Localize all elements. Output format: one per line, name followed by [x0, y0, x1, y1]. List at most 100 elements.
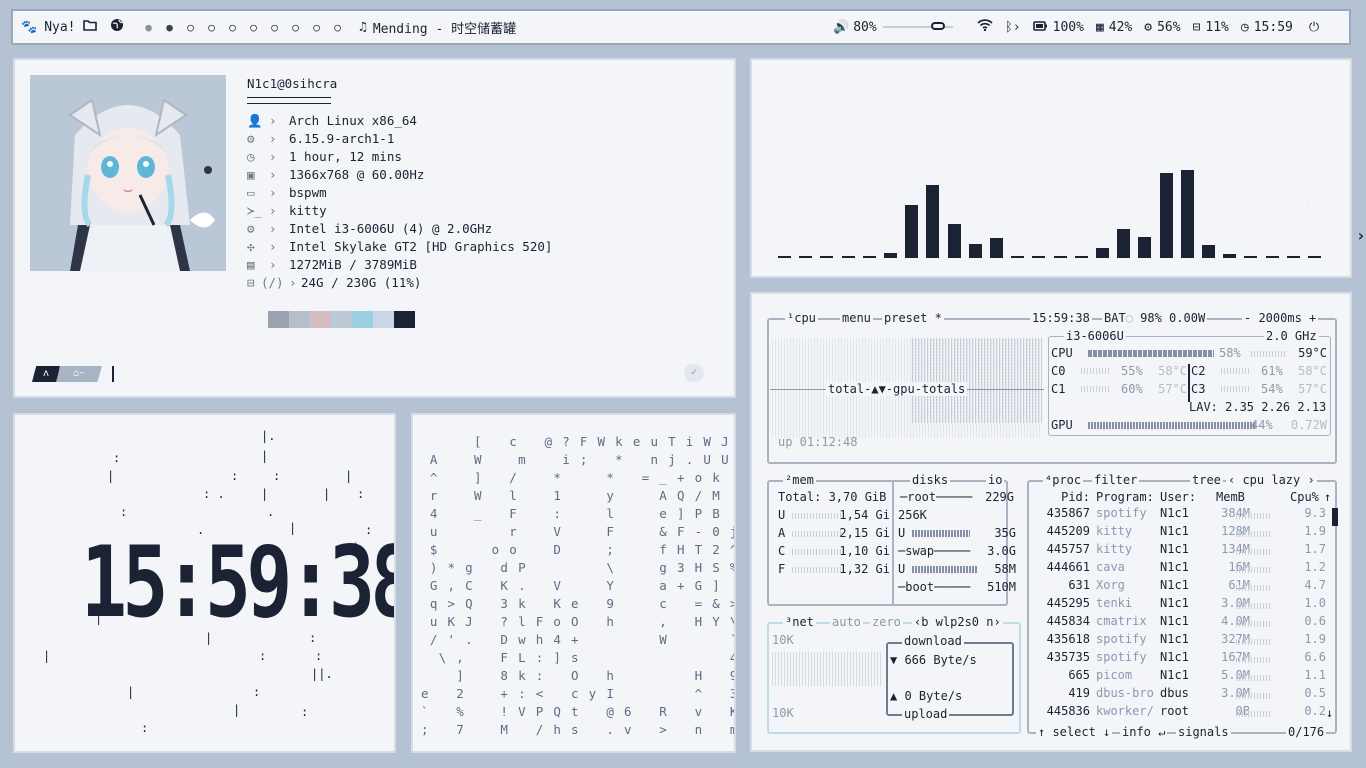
clock-digits: 15:59:38	[81, 526, 396, 640]
proc-sort[interactable]: ‹ cpu lazy ›	[1226, 473, 1317, 487]
net-auto[interactable]: auto	[830, 615, 863, 629]
memory-value: 42%	[1108, 19, 1133, 35]
proc-cpu: 6.6	[1304, 650, 1326, 664]
volume-slider-knob[interactable]	[930, 22, 945, 30]
table-row[interactable]: 435618spotifyN1c1327M1.9	[1032, 632, 1332, 650]
table-row[interactable]: 419dbus-brodbus3.0M0.5	[1032, 686, 1332, 704]
workspace-5[interactable]: ○	[222, 21, 243, 34]
table-row[interactable]: 445834cmatrixN1c14.0M0.6	[1032, 614, 1332, 632]
btop-monitor[interactable]: ¹cpu menu preset * 15:59:38 BAT○ 98% 0.0…	[750, 292, 1352, 752]
net-zero[interactable]: zero	[870, 615, 903, 629]
workspace-2[interactable]: ●	[159, 21, 180, 34]
workspace-7[interactable]: ○	[264, 21, 285, 34]
cmatrix: [ c @ ? F W k e u T i W J k 4 A W m i ; …	[411, 413, 736, 753]
col-pid[interactable]: Pid:	[1032, 488, 1090, 506]
disk-swap: ─swap───── 3.0G	[898, 544, 1016, 558]
cpu-graph	[912, 338, 1042, 423]
table-row[interactable]: 435735spotifyN1c1167M6.6	[1032, 650, 1332, 668]
fetch-terminal[interactable]: N1c1@0sihcra 👤 › Arch Linux x86_64 ⚙ › 6.15.9…	[13, 58, 736, 398]
power-button[interactable]: ⏻	[1309, 20, 1319, 35]
spectrum-bar	[905, 205, 919, 258]
table-row[interactable]: 445836kworker/root0B0.2	[1032, 704, 1332, 722]
workspace-6[interactable]: ○	[243, 21, 264, 34]
proc-cpu: 9.3	[1304, 506, 1326, 520]
cpu-module[interactable]: ⚙ 56%	[1144, 20, 1180, 35]
info-value: 6.15.9-arch1-1	[289, 131, 395, 146]
info-row: ✣ › Intel Skylake GT2 [HD Graphics 520]	[247, 238, 552, 256]
shell-prompt[interactable]: ʌ ⌂~	[32, 366, 114, 382]
clock-module[interactable]: ◷ 15:59	[1241, 20, 1293, 35]
proc-cpu: 0.6	[1304, 614, 1326, 628]
mem-value: 1,32 Gi	[839, 562, 890, 576]
disk-root-size: 229G	[985, 490, 1014, 504]
workspace-1[interactable]: ●	[138, 21, 159, 34]
wifi-module[interactable]	[977, 19, 993, 35]
cpu-box-label[interactable]: ¹cpu	[785, 311, 818, 325]
folder-button[interactable]	[83, 11, 97, 43]
proc-cpu-graph	[1236, 585, 1272, 591]
battery-stat: 98% 0.00W	[1140, 311, 1206, 325]
table-row[interactable]: 444661cavaN1c116M1.2	[1032, 560, 1332, 578]
proc-box-label[interactable]: ⁴proc	[1043, 473, 1084, 487]
palette-swatch-6	[373, 311, 394, 328]
graph-mode-label[interactable]: total-▲▼-gpu-totals	[826, 382, 968, 396]
volume-slider[interactable]	[882, 22, 953, 30]
workspace-9[interactable]: ○	[306, 21, 327, 34]
battery-module[interactable]: 100%	[1032, 19, 1084, 35]
proc-cpu-graph	[1236, 657, 1272, 663]
io-label[interactable]: io	[986, 473, 1005, 487]
volume-module[interactable]: 🔊 80%	[833, 11, 959, 43]
col-cpu[interactable]: Cpu%	[1290, 488, 1319, 506]
menu-label[interactable]: menu	[840, 311, 873, 325]
proc-user: N1c1	[1160, 542, 1189, 556]
disk-value: 11%	[1205, 19, 1229, 35]
chevron-right-icon[interactable]: ›	[1356, 226, 1366, 245]
proc-list[interactable]: 435867spotifyN1c1384M9.3445209kittyN1c11…	[1032, 506, 1332, 726]
proc-info-hint[interactable]: info ↵	[1120, 725, 1168, 739]
disks-label[interactable]: disks	[910, 473, 951, 487]
launcher-button[interactable]: 🐾 Nya!	[21, 11, 76, 43]
disk-icon: ⊟	[247, 275, 255, 290]
palette-swatch-4	[331, 311, 352, 328]
col-mem[interactable]: MemB	[1216, 488, 1245, 506]
upload-label: upload	[902, 707, 950, 721]
workspace-8[interactable]: ○	[285, 21, 306, 34]
proc-select-hint[interactable]: ↑ select ↓	[1036, 725, 1113, 739]
mem-box-label[interactable]: ²mem	[783, 473, 816, 487]
rain-drop: |	[43, 649, 51, 663]
table-row[interactable]: 435867spotifyN1c1384M9.3	[1032, 506, 1332, 524]
spectrum-bar	[1011, 256, 1025, 258]
col-program[interactable]: Program:	[1096, 488, 1154, 506]
user-icon: 👤	[247, 113, 263, 128]
table-row[interactable]: 445757kittyN1c1134M1.7	[1032, 542, 1332, 560]
net-graph	[772, 652, 882, 686]
col-user[interactable]: User:	[1160, 488, 1196, 506]
preset-label[interactable]: preset *	[882, 311, 944, 325]
proc-filter[interactable]: filter	[1092, 473, 1140, 487]
table-row[interactable]: 445295tenkiN1c13.0M1.0	[1032, 596, 1332, 614]
net-box-label[interactable]: ³net	[783, 615, 816, 629]
top-bar: 🐾 Nya! ● ● ○ ○ ○ ○ ○ ○ ○ ○ ♫ Mending - 时空储蓄罐 🔊 80…	[11, 9, 1351, 45]
proc-scrollbar[interactable]	[1332, 508, 1338, 526]
memory-module[interactable]: ▦ 42%	[1096, 20, 1132, 35]
info-value: 1272MiB / 3789MiB	[289, 257, 417, 272]
scroll-down-icon[interactable]: ↓	[1326, 704, 1333, 722]
table-row[interactable]: 445209kittyN1c1128M1.9	[1032, 524, 1332, 542]
proc-user: root	[1160, 704, 1189, 718]
battery-value: 100%	[1052, 19, 1084, 35]
browser-button[interactable]	[110, 11, 124, 43]
proc-cpu: 0.5	[1304, 686, 1326, 700]
update-interval[interactable]: - 2000ms +	[1242, 311, 1319, 325]
net-interface[interactable]: ‹b wlp2s0 n›	[912, 615, 1003, 629]
workspace-10[interactable]: ○	[327, 21, 348, 34]
proc-signals-hint[interactable]: signals	[1176, 725, 1231, 739]
tty-clock: |. : | | : : | : . | | : : . . | : :| | …	[13, 413, 396, 753]
table-row[interactable]: 665picomN1c15.0M1.1	[1032, 668, 1332, 686]
now-playing[interactable]: ♫ Mending - 时空储蓄罐	[359, 11, 516, 43]
proc-tree[interactable]: tree	[1190, 473, 1223, 487]
bluetooth-module[interactable]: ᛒ›	[1005, 20, 1021, 35]
disk-module[interactable]: ⊟ 11%	[1193, 20, 1229, 35]
workspace-3[interactable]: ○	[180, 21, 201, 34]
table-row[interactable]: 631XorgN1c161M4.7	[1032, 578, 1332, 596]
workspace-4[interactable]: ○	[201, 21, 222, 34]
